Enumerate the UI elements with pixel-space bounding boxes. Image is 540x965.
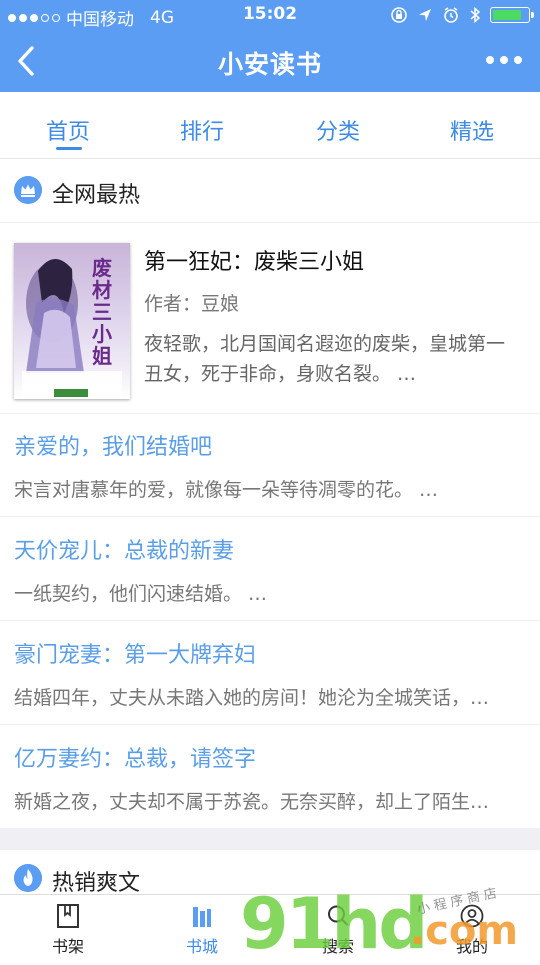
- section-divider: [0, 828, 540, 850]
- book-cover-title: 废材三小姐: [92, 256, 112, 368]
- tab-home[interactable]: 首页: [18, 114, 118, 150]
- section-bestseller-title: 热销爽文: [52, 871, 141, 896]
- tab-home-label: 首页: [45, 120, 90, 145]
- nav-bar: 小安读书: [0, 30, 540, 92]
- status-bar: 中国移动 4G 15:02: [0, 0, 540, 30]
- tab-category[interactable]: 分类: [288, 114, 388, 146]
- location-arrow-icon: [419, 9, 431, 21]
- bluetooth-icon: [470, 6, 481, 24]
- bottom-tab-bar: 书架 书城 搜索 我的: [0, 894, 540, 961]
- more-options-icon[interactable]: [486, 56, 522, 64]
- list-item[interactable]: 天价宠儿：总裁的新妻 一纸契约，他们闪速结婚。 …: [0, 517, 540, 621]
- section-bestseller-header: 热销爽文: [0, 850, 540, 896]
- bottom-tab-profile[interactable]: 我的: [422, 895, 522, 961]
- list-item[interactable]: 亿万妻约：总裁，请签字 新婚之夜，丈夫却不属于苏瓷。无奈买醉，却上了陌生…: [0, 725, 540, 828]
- book-title: 亲爱的，我们结婚吧: [14, 435, 213, 460]
- featured-book-title: 第一狂妃：废柴三小姐: [144, 250, 365, 275]
- list-item[interactable]: 豪门宠妻：第一大牌弃妇 结婚四年，丈夫从未踏入她的房间！她沦为全城笑话，…: [0, 621, 540, 725]
- featured-book[interactable]: 废材三小姐 第一狂妃：废柴三小姐 作者：豆娘 夜轻歌，北月国闻名遐迩的废柴，皇城…: [0, 223, 540, 414]
- book-cover[interactable]: 废材三小姐: [14, 243, 130, 399]
- tab-ranking[interactable]: 排行: [152, 114, 252, 146]
- search-icon: [328, 905, 349, 926]
- category-tabs: 首页 排行 分类 精选: [0, 92, 540, 159]
- tab-active-indicator: [56, 147, 82, 150]
- bottom-tab-search-label: 搜索: [321, 937, 354, 956]
- book-description: 宋言对唐慕年的爱，就像每一朵等待凋零的花。 …: [14, 479, 439, 501]
- book-description: 一纸契约，他们闪速结婚。 …: [14, 583, 268, 605]
- bookstore-icon: [193, 907, 211, 927]
- battery-icon: [490, 7, 534, 23]
- tab-ranking-label: 排行: [179, 120, 224, 145]
- bookshelf-icon: [57, 904, 79, 928]
- bottom-tab-bookshelf-label: 书架: [51, 937, 84, 956]
- list-item[interactable]: 亲爱的，我们结婚吧 宋言对唐慕年的爱，就像每一朵等待凋零的花。 …: [0, 413, 540, 517]
- bottom-tab-profile-label: 我的: [455, 937, 488, 956]
- book-title: 豪门宠妻：第一大牌弃妇: [14, 643, 257, 668]
- tab-category-label: 分类: [315, 120, 360, 145]
- status-right: [390, 6, 534, 24]
- book-description: 新婚之夜，丈夫却不属于苏瓷。无奈买醉，却上了陌生…: [14, 791, 490, 813]
- bottom-tab-bookshelf[interactable]: 书架: [18, 895, 118, 961]
- bottom-tab-search[interactable]: 搜索: [288, 895, 388, 961]
- crown-icon: [14, 176, 42, 204]
- flame-icon: [14, 864, 42, 892]
- section-hot-title: 全网最热: [52, 183, 141, 208]
- section-hot-header: 全网最热: [0, 160, 540, 223]
- bottom-tab-bookstore-label: 书城: [185, 937, 218, 956]
- bottom-tab-bookstore[interactable]: 书城: [152, 895, 252, 961]
- tab-featured[interactable]: 精选: [422, 114, 522, 146]
- tab-featured-label: 精选: [449, 120, 494, 145]
- lock-rotation-icon: [391, 7, 407, 23]
- featured-book-description: 夜轻歌，北月国闻名遐迩的废柴，皇城第一丑女，死于非命，身败名裂。 …: [144, 333, 506, 385]
- profile-icon: [460, 904, 484, 928]
- alarm-icon: [444, 7, 458, 23]
- book-title: 天价宠儿：总裁的新妻: [14, 539, 235, 564]
- page-title: 小安读书: [217, 50, 322, 79]
- book-description: 结婚四年，丈夫从未踏入她的房间！她沦为全城笑话，…: [14, 687, 490, 709]
- featured-book-author: 作者：豆娘: [144, 293, 240, 315]
- book-title: 亿万妻约：总裁，请签字: [14, 747, 257, 772]
